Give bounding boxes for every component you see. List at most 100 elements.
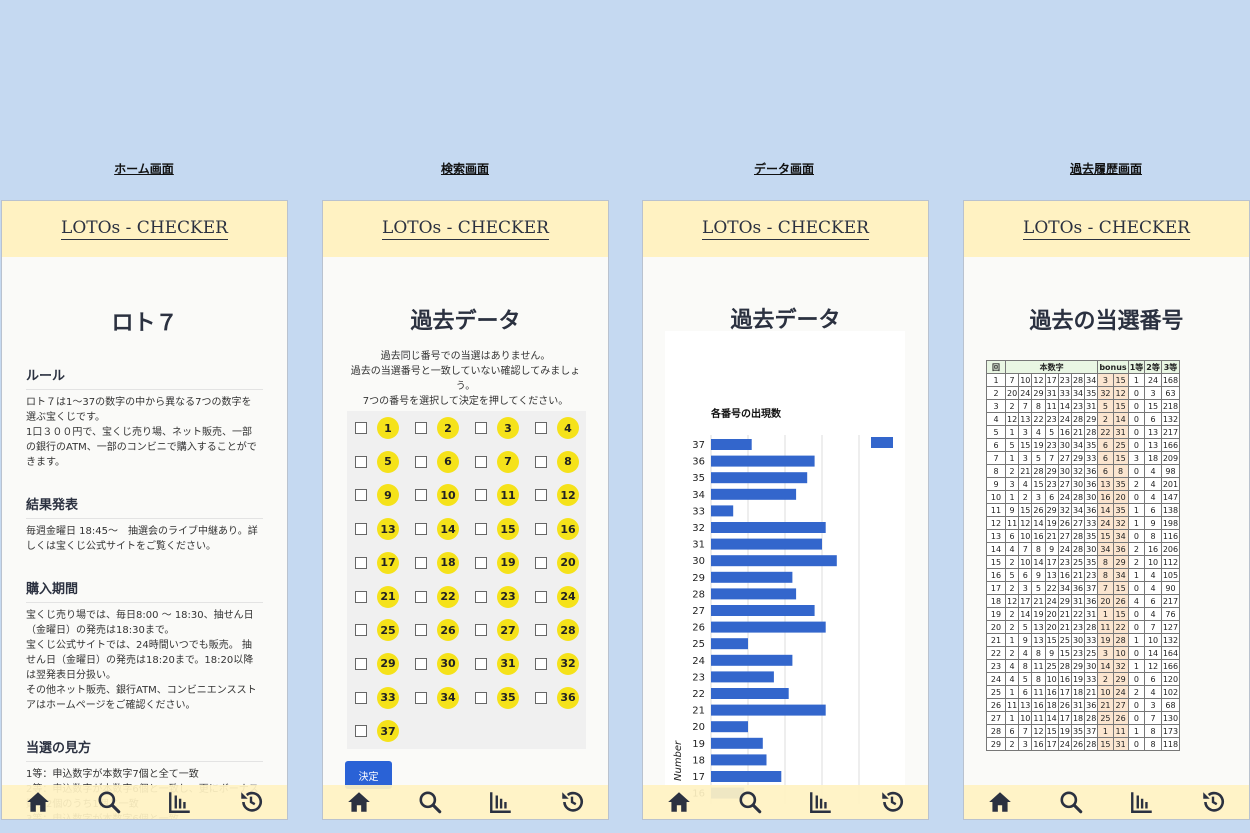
number-option[interactable]: 22 — [415, 585, 459, 608]
number-checkbox[interactable] — [355, 691, 367, 704]
history-icon[interactable] — [559, 789, 585, 815]
table-cell: 15 — [1097, 529, 1114, 543]
number-option[interactable]: 14 — [415, 518, 459, 541]
number-option[interactable]: 33 — [355, 686, 399, 709]
number-option[interactable]: 1 — [355, 417, 399, 439]
number-checkbox[interactable] — [535, 691, 547, 704]
number-checkbox[interactable] — [535, 624, 547, 637]
home-icon[interactable] — [987, 789, 1013, 815]
number-checkbox[interactable] — [355, 657, 367, 670]
number-checkbox[interactable] — [475, 489, 487, 502]
search-icon[interactable] — [417, 789, 443, 815]
number-option[interactable]: 13 — [355, 518, 399, 541]
number-checkbox[interactable] — [355, 455, 367, 468]
number-checkbox[interactable] — [415, 657, 427, 670]
history-icon[interactable] — [1200, 789, 1226, 815]
number-checkbox[interactable] — [415, 523, 427, 536]
history-icon[interactable] — [879, 789, 905, 815]
number-checkbox[interactable] — [475, 691, 487, 704]
number-checkbox[interactable] — [355, 422, 367, 434]
chart-icon[interactable] — [488, 789, 514, 815]
number-option[interactable]: 21 — [355, 585, 399, 608]
number-option[interactable]: 16 — [535, 518, 579, 541]
number-checkbox[interactable] — [415, 556, 427, 569]
number-checkbox[interactable] — [355, 556, 367, 569]
number-checkbox[interactable] — [355, 489, 367, 502]
number-checkbox[interactable] — [535, 422, 547, 434]
number-option[interactable]: 4 — [535, 417, 579, 439]
number-option[interactable]: 26 — [415, 619, 459, 642]
number-option[interactable]: 11 — [475, 484, 519, 507]
number-checkbox[interactable] — [475, 422, 487, 434]
number-option[interactable]: 2 — [415, 417, 459, 439]
number-checkbox[interactable] — [535, 657, 547, 670]
number-checkbox[interactable] — [415, 691, 427, 704]
number-checkbox[interactable] — [535, 556, 547, 569]
number-option[interactable]: 12 — [535, 484, 579, 507]
number-option[interactable]: 23 — [475, 585, 519, 608]
number-option[interactable]: 6 — [415, 450, 459, 473]
table-cell: 16 — [1031, 737, 1046, 751]
chart-icon[interactable] — [808, 789, 834, 815]
number-checkbox[interactable] — [475, 657, 487, 670]
number-checkbox[interactable] — [475, 624, 487, 637]
number-checkbox[interactable] — [415, 422, 427, 434]
number-option[interactable]: 20 — [535, 551, 579, 574]
number-option[interactable]: 5 — [355, 450, 399, 473]
number-option[interactable]: 34 — [415, 686, 459, 709]
number-checkbox[interactable] — [475, 590, 487, 603]
tick-label: 26 — [692, 623, 705, 634]
number-option[interactable]: 29 — [355, 652, 399, 675]
number-option[interactable]: 37 — [355, 720, 399, 743]
number-option[interactable]: 35 — [475, 686, 519, 709]
number-option[interactable]: 7 — [475, 450, 519, 473]
table-cell: 6 — [1018, 685, 1033, 699]
number-option[interactable]: 19 — [475, 551, 519, 574]
history-icon[interactable] — [238, 789, 264, 815]
number-option[interactable]: 31 — [475, 652, 519, 675]
number-checkbox[interactable] — [415, 455, 427, 468]
number-checkbox[interactable] — [475, 556, 487, 569]
number-option[interactable]: 10 — [415, 484, 459, 507]
chart-icon[interactable] — [167, 789, 193, 815]
number-checkbox[interactable] — [535, 455, 547, 468]
number-option[interactable]: 17 — [355, 551, 399, 574]
table-cell: 11 — [1004, 516, 1020, 530]
number-checkbox[interactable] — [355, 624, 367, 637]
home-icon[interactable] — [346, 789, 372, 815]
number-option[interactable]: 30 — [415, 652, 459, 675]
number-checkbox[interactable] — [535, 489, 547, 502]
number-ball: 27 — [497, 619, 519, 642]
number-option[interactable]: 36 — [535, 686, 579, 709]
number-checkbox[interactable] — [355, 590, 367, 603]
home-icon[interactable] — [25, 789, 51, 815]
number-checkbox[interactable] — [475, 523, 487, 536]
number-option[interactable]: 3 — [475, 417, 519, 439]
number-checkbox[interactable] — [415, 489, 427, 502]
number-option[interactable]: 8 — [535, 450, 579, 473]
table-cell: 1 — [1127, 568, 1146, 582]
chart-icon[interactable] — [1129, 789, 1155, 815]
number-ball: 4 — [557, 417, 579, 439]
number-checkbox[interactable] — [535, 523, 547, 536]
number-option[interactable]: 28 — [535, 619, 579, 642]
number-checkbox[interactable] — [415, 624, 427, 637]
search-icon[interactable] — [1058, 789, 1084, 815]
number-option[interactable]: 25 — [355, 619, 399, 642]
number-option[interactable]: 18 — [415, 551, 459, 574]
number-option[interactable]: 24 — [535, 585, 579, 608]
number-checkbox[interactable] — [475, 455, 487, 468]
search-icon[interactable] — [96, 789, 122, 815]
bar — [711, 538, 822, 550]
number-option[interactable]: 9 — [355, 484, 399, 507]
number-option[interactable]: 32 — [535, 652, 579, 675]
search-icon[interactable] — [737, 789, 763, 815]
number-checkbox[interactable] — [355, 725, 367, 738]
number-option[interactable]: 15 — [475, 518, 519, 541]
number-checkbox[interactable] — [535, 590, 547, 603]
number-option[interactable]: 27 — [475, 619, 519, 642]
home-icon[interactable] — [666, 789, 692, 815]
number-checkbox[interactable] — [355, 523, 367, 536]
number-checkbox[interactable] — [415, 590, 427, 603]
number-ball: 37 — [377, 720, 399, 743]
